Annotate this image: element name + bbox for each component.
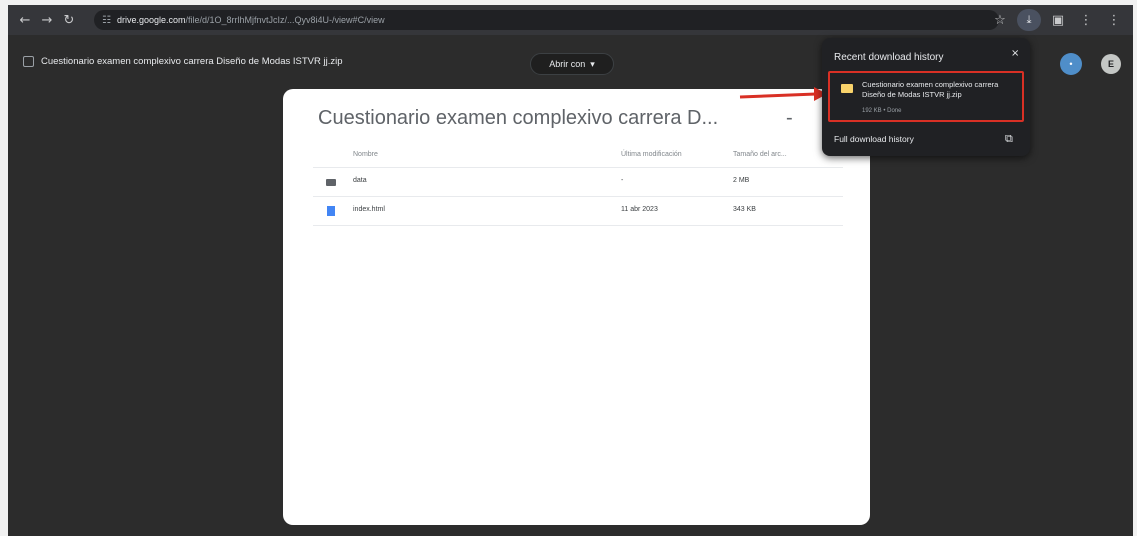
zip-preview-card: Cuestionario examen complexivo carrera D…: [283, 89, 870, 525]
share-button[interactable]: •: [1060, 53, 1082, 75]
avatar[interactable]: E: [1101, 54, 1121, 74]
html-file-icon: [327, 206, 335, 216]
row-size: 343 KB: [733, 206, 756, 213]
site-info-icon[interactable]: ☷: [102, 15, 111, 26]
row-modified: 11 abr 2023: [621, 206, 658, 213]
download-item-name: Cuestionario examen complexivo carrera D…: [862, 80, 999, 99]
download-item-status: 192 KB • Done: [862, 108, 902, 114]
toolbar-actions: ☆ ⤓ ▣ ⋮ ⋮: [989, 9, 1125, 31]
screenshot-frame: ← → ↻ ☷ drive.google.com /file/d/1O_8rrl…: [0, 0, 1137, 536]
browser-window: ← → ↻ ☷ drive.google.com /file/d/1O_8rrl…: [8, 5, 1133, 536]
file-type-icon: [23, 56, 34, 67]
folder-icon: [841, 84, 853, 93]
url-host: drive.google.com: [116, 15, 186, 25]
preview-title-dash: -: [786, 107, 793, 129]
row-name: data: [353, 177, 367, 184]
extensions-icon[interactable]: ▣: [1047, 9, 1069, 31]
table-header: Nombre Última modificación Tamaño del ar…: [313, 146, 843, 168]
row-name: index.html: [353, 206, 385, 213]
forward-icon[interactable]: →: [36, 9, 58, 31]
chevron-down-icon: ▾: [590, 58, 595, 69]
open-with-label: Abrir con: [549, 59, 586, 69]
browser-toolbar: ← → ↻ ☷ drive.google.com /file/d/1O_8rrl…: [8, 5, 1133, 35]
profile-icon[interactable]: ⋮: [1075, 9, 1097, 31]
browser-menu-icon[interactable]: ⋮: [1103, 9, 1125, 31]
download-icon[interactable]: ⤓: [1017, 9, 1041, 31]
open-with-button[interactable]: Abrir con ▾: [530, 53, 614, 75]
reload-icon[interactable]: ↻: [58, 9, 80, 31]
header-size[interactable]: Tamaño del arc...: [733, 151, 787, 158]
header-name[interactable]: Nombre: [353, 151, 378, 158]
folder-icon: [326, 179, 336, 186]
download-bubble-title: Recent download history: [834, 52, 944, 63]
header-modified[interactable]: Última modificación: [621, 151, 682, 158]
row-modified: -: [621, 177, 624, 184]
row-size: 2 MB: [733, 177, 750, 184]
back-icon[interactable]: ←: [14, 9, 36, 31]
address-bar[interactable]: ☷ drive.google.com /file/d/1O_8rrlhMjfnv…: [94, 10, 999, 30]
open-external-icon[interactable]: ⧉: [1005, 132, 1013, 146]
close-icon[interactable]: ×: [1011, 48, 1019, 59]
download-item[interactable]: Cuestionario examen complexivo carrera D…: [828, 71, 1024, 122]
file-title: Cuestionario examen complexivo carrera D…: [41, 56, 343, 67]
zip-contents-table: Nombre Última modificación Tamaño del ar…: [313, 146, 843, 226]
annotation-arrow-icon: [739, 87, 827, 101]
download-bubble: Recent download history × Cuestionario e…: [822, 38, 1030, 156]
preview-title: Cuestionario examen complexivo carrera D…: [318, 107, 719, 129]
full-download-history-link[interactable]: Full download history: [834, 134, 914, 144]
table-row[interactable]: data - 2 MB: [313, 168, 843, 197]
table-row[interactable]: index.html 11 abr 2023 343 KB: [313, 197, 843, 226]
url-path: /file/d/1O_8rrlhMjfnvtJcIz/...Qyv8i4U-/v…: [185, 15, 385, 25]
bookmark-star-icon[interactable]: ☆: [989, 9, 1011, 31]
